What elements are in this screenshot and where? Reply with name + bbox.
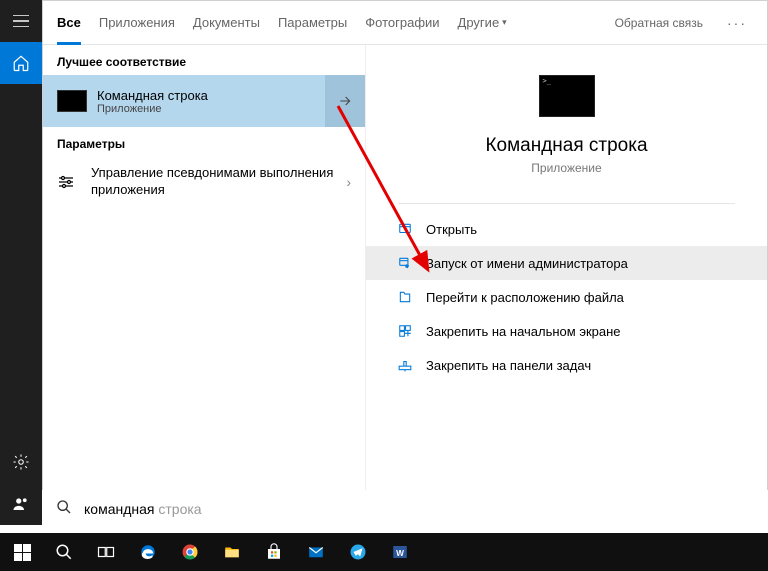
people-button[interactable] [0,483,42,525]
taskbar-store[interactable] [254,533,294,571]
preview-actions: Открыть Запуск от имени администратора П… [366,212,767,382]
search-icon [56,499,72,520]
search-input-row[interactable]: командная строка [42,490,768,528]
action-file-location[interactable]: Перейти к расположению файла [366,280,767,314]
search-autocomplete: строка [154,501,201,517]
taskbar: W [0,533,768,571]
feedback-link[interactable]: Обратная связь [615,1,703,44]
task-view-button[interactable] [86,533,126,571]
taskbar-telegram[interactable] [338,533,378,571]
expand-arrow-button[interactable] [325,75,365,127]
best-match-subtitle: Приложение [97,103,325,115]
tab-all[interactable]: Все [57,1,81,44]
pin-taskbar-icon [396,358,414,372]
action-open[interactable]: Открыть [366,212,767,246]
taskbar-chrome[interactable] [170,533,210,571]
settings-button[interactable] [0,441,42,483]
start-button[interactable] [2,533,42,571]
taskbar-mail[interactable] [296,533,336,571]
action-pin-taskbar[interactable]: Закрепить на панели задач [366,348,767,382]
action-pin-start[interactable]: Закрепить на начальном экране [366,314,767,348]
filter-tabs: Все Приложения Документы Параметры Фотог… [43,1,767,45]
home-button[interactable] [0,42,42,84]
divider [398,203,735,204]
section-parameters: Параметры [43,127,365,157]
taskbar-search-button[interactable] [44,533,84,571]
tab-other[interactable]: Другие▾ [458,1,507,44]
settings-result-title: Управление псевдонимами выполнения прило… [91,165,346,199]
svg-text:W: W [396,549,404,558]
start-left-rail [0,0,42,525]
menu-button[interactable] [0,0,42,42]
pin-start-icon [396,324,414,338]
action-pin-taskbar-label: Закрепить на панели задач [426,358,591,373]
action-pin-start-label: Закрепить на начальном экране [426,324,621,339]
windows-logo-icon [14,544,31,561]
tab-apps[interactable]: Приложения [99,1,175,44]
folder-icon [396,290,414,304]
more-button[interactable]: ··· [721,1,753,44]
taskbar-word[interactable]: W [380,533,420,571]
action-run-as-admin[interactable]: Запуск от имени администратора [366,246,767,280]
search-typed: командная [84,501,154,517]
preview-subtitle: Приложение [531,161,601,175]
cmd-thumbnail-icon [57,90,87,112]
chevron-down-icon: ▾ [502,17,507,28]
chevron-right-icon: › [346,174,351,190]
preview-pane: Командная строка Приложение Открыть Запу… [365,45,767,524]
preview-title: Командная строка [485,135,647,157]
alias-settings-icon [57,175,75,189]
tab-photos[interactable]: Фотографии [365,1,439,44]
taskbar-explorer[interactable] [212,533,252,571]
best-match-item[interactable]: Командная строка Приложение [43,75,365,127]
settings-result-item[interactable]: Управление псевдонимами выполнения прило… [43,157,365,207]
taskbar-edge[interactable] [128,533,168,571]
results-column: Лучшее соответствие Командная строка При… [43,45,365,524]
search-text: командная строка [84,501,202,517]
preview-cmd-icon [539,75,595,117]
tab-documents[interactable]: Документы [193,1,260,44]
open-icon [396,222,414,236]
admin-icon [396,256,414,270]
action-run-as-admin-label: Запуск от имени администратора [426,256,628,271]
best-match-title: Командная строка [97,88,325,103]
action-open-label: Открыть [426,222,477,237]
section-best-match: Лучшее соответствие [43,45,365,75]
tab-settings[interactable]: Параметры [278,1,347,44]
action-file-location-label: Перейти к расположению файла [426,290,624,305]
search-panel: Все Приложения Документы Параметры Фотог… [42,0,768,525]
